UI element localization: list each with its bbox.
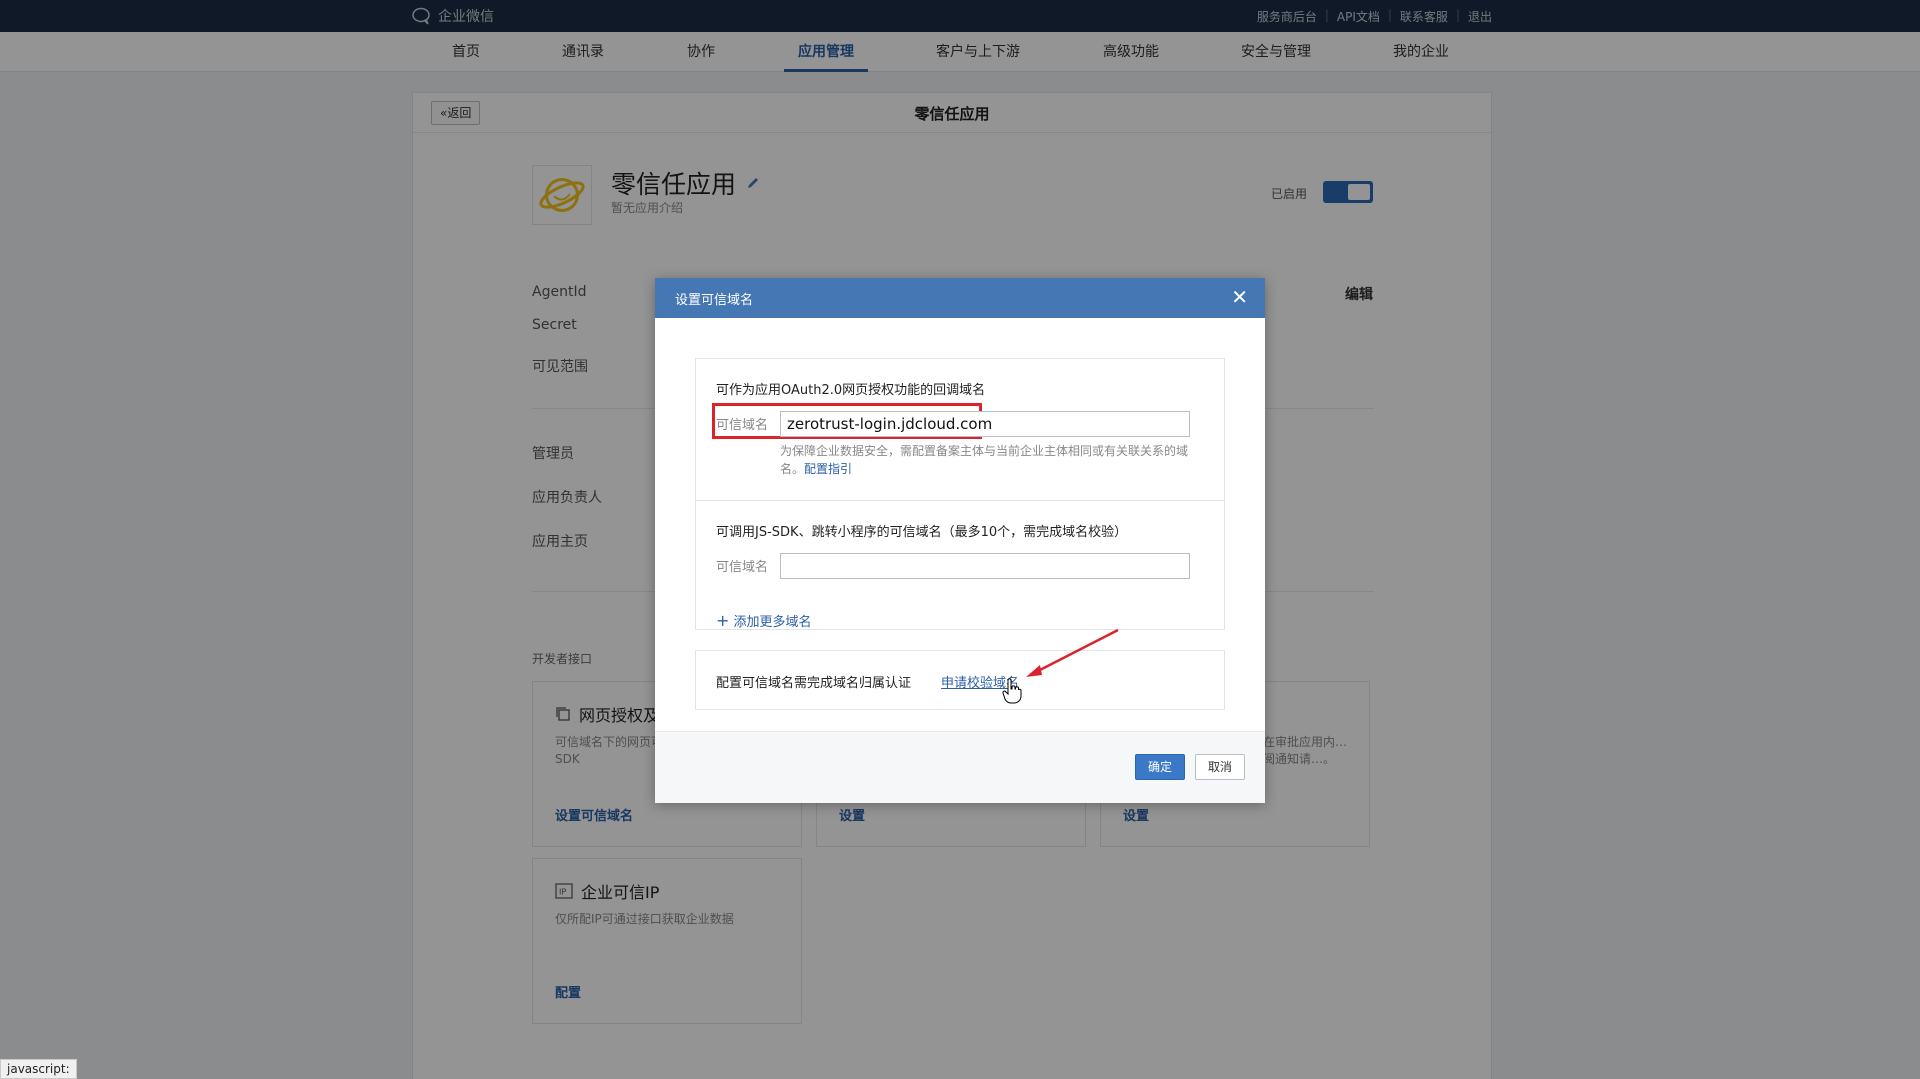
jssdk-domain-input[interactable] bbox=[780, 553, 1190, 579]
jssdk-section-title: 可调用JS-SDK、跳转小程序的可信域名（最多10个，需完成域名校验） bbox=[716, 525, 1128, 540]
confirm-button[interactable]: 确定 bbox=[1135, 754, 1185, 780]
domain-hint: 为保障企业数据安全，需配置备案主体与当前企业主体相同或有关联关系的域名。配置指引 bbox=[780, 442, 1210, 478]
dialog-title: 设置可信域名 bbox=[675, 293, 754, 308]
config-guide-link[interactable]: 配置指引 bbox=[804, 462, 852, 476]
trusted-domain-dialog: 设置可信域名 ✕ 可作为应用OAuth2.0网页授权功能的回调域名 可信域名 为… bbox=[655, 278, 1265, 803]
close-icon[interactable]: ✕ bbox=[1231, 285, 1248, 309]
add-more-domains-link[interactable]: + 添加更多域名 bbox=[716, 611, 812, 630]
domain-label: 可信域名 bbox=[716, 560, 769, 575]
hand-cursor-icon bbox=[1002, 678, 1022, 704]
oauth-section-title: 可作为应用OAuth2.0网页授权功能的回调域名 bbox=[716, 383, 986, 398]
browser-status-bar: javascript: bbox=[0, 1059, 77, 1079]
verify-text: 配置可信域名需完成域名归属认证 bbox=[716, 676, 912, 691]
red-arrow-annotation bbox=[1026, 628, 1119, 677]
domain-verify-section: 配置可信域名需完成域名归属认证 申请校验域名 bbox=[695, 650, 1225, 710]
oauth-domain-input[interactable] bbox=[780, 411, 1190, 437]
dialog-body: 可作为应用OAuth2.0网页授权功能的回调域名 可信域名 为保障企业数据安全，… bbox=[655, 318, 1265, 731]
oauth-domain-section: 可作为应用OAuth2.0网页授权功能的回调域名 可信域名 为保障企业数据安全，… bbox=[695, 358, 1225, 500]
add-more-label: 添加更多域名 bbox=[733, 615, 812, 630]
plus-icon: + bbox=[716, 611, 730, 630]
dialog-footer: 确定 取消 bbox=[655, 731, 1265, 803]
dialog-header: 设置可信域名 ✕ bbox=[655, 278, 1265, 318]
domain-label: 可信域名 bbox=[716, 418, 769, 433]
cancel-button[interactable]: 取消 bbox=[1195, 754, 1245, 780]
jssdk-domain-section: 可调用JS-SDK、跳转小程序的可信域名（最多10个，需完成域名校验） 可信域名… bbox=[695, 500, 1225, 630]
